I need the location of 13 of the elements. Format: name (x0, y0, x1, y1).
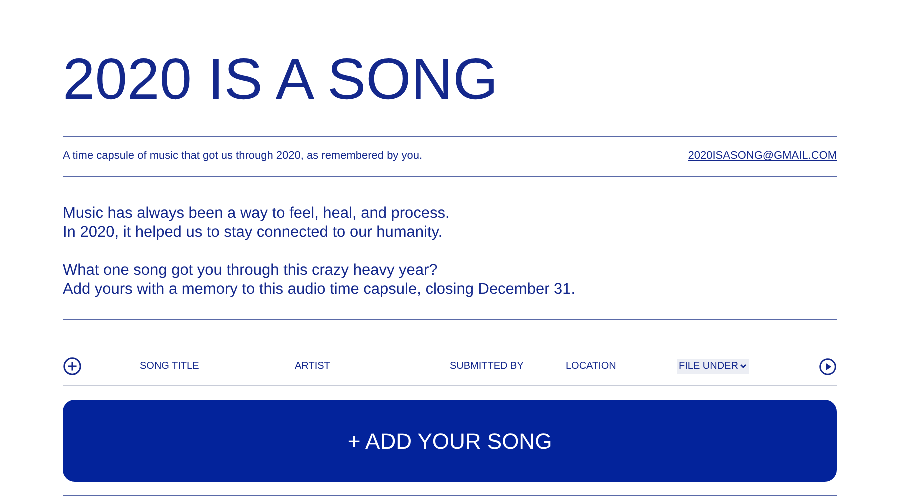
intro-paragraph: What one song got you through this crazy heavy year? Add yours with a memory to this audio time capsule, closing December 31. (63, 261, 576, 299)
email-link[interactable]: 2020ISASONG@GMAIL.COM (688, 148, 837, 165)
file-under-dropdown[interactable]: FILE UNDER (677, 359, 750, 374)
add-song-button[interactable]: + ADD YOUR SONG (63, 400, 837, 482)
column-header: ARTIST (295, 360, 330, 374)
intro-paragraph: Music has always been a way to feel, heal, and process. In 2020, it helped us to stay connected to our humanity. (63, 204, 450, 242)
caret-icon (740, 364, 748, 369)
column-header: SONG TITLE (140, 360, 200, 374)
tagline: A time capsule of music that got us through 2020, as remembered by you. (63, 149, 423, 164)
column-header: LOCATION (566, 360, 616, 374)
column-header: SUBMITTED BY (450, 360, 524, 374)
play-icon[interactable] (819, 358, 837, 376)
page-title: 2020 IS A SONG (63, 46, 498, 114)
